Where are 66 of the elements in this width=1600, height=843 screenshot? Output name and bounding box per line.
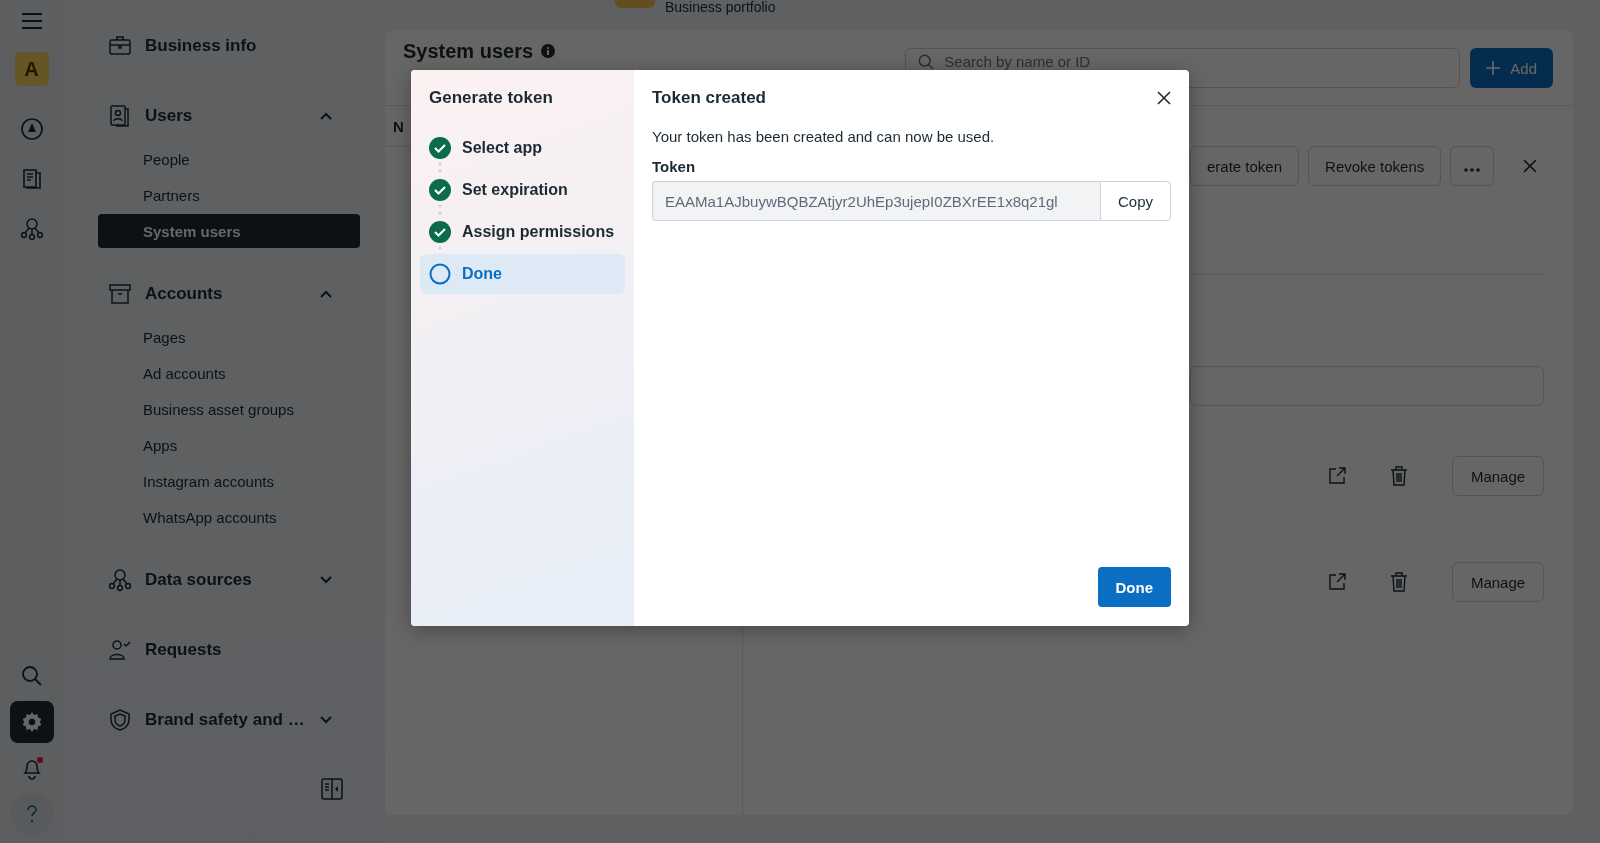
chevron-icon	[320, 716, 332, 724]
check-circle-icon	[429, 137, 451, 159]
token-field[interactable]: EAAMa1AJbuywBQBZAtjyr2UhEp3ujepI0ZBXrEE1x8q21gl	[652, 181, 1100, 221]
id-badge-icon	[108, 104, 132, 128]
add-button[interactable]: Add	[1470, 48, 1553, 88]
more-icon	[1464, 167, 1481, 172]
sidebar-item[interactable]: Ad accounts	[98, 356, 360, 390]
dialog-title: Token created	[652, 88, 766, 108]
field-label: Token	[652, 158, 697, 175]
copy-button[interactable]: Copy	[1100, 181, 1171, 221]
search-icon	[918, 54, 935, 70]
step-item[interactable]: Done	[420, 254, 625, 294]
archive-box-icon	[108, 282, 132, 306]
shield-icon	[108, 708, 132, 732]
sidebar-item[interactable]: People	[98, 142, 360, 176]
step-item[interactable]: Assign permissions	[420, 212, 625, 252]
sidebar-section[interactable]: Requests	[98, 626, 360, 674]
steps-title: Generate token	[428, 88, 554, 108]
dialog-message: Your token has been created and can now be used.	[652, 128, 996, 145]
portfolio-avatar	[615, 0, 655, 8]
trash-icon[interactable]	[1390, 466, 1408, 486]
external-link-icon[interactable]	[1328, 467, 1346, 485]
close-icon[interactable]	[1157, 91, 1171, 105]
sidebar-section[interactable]: Accounts	[98, 270, 360, 318]
sidebar-section[interactable]: Users	[98, 92, 360, 140]
info-icon[interactable]	[541, 44, 556, 58]
chevron-icon	[320, 290, 332, 298]
sidebar-item[interactable]: Apps	[98, 428, 360, 462]
step-item[interactable]: Set expiration	[420, 170, 625, 210]
network-icon	[108, 568, 132, 592]
sidebar-item[interactable]: System users	[98, 214, 360, 248]
sidebar-section[interactable]: Brand safety and …	[98, 696, 360, 744]
check-circle-icon	[429, 221, 451, 243]
manage-button[interactable]: Manage	[1452, 456, 1544, 496]
plus-icon	[1486, 61, 1501, 75]
step-item[interactable]: Select app	[420, 128, 625, 168]
page-title: System users	[403, 40, 534, 63]
briefcase-icon	[108, 34, 132, 58]
account-avatar[interactable]: A	[14, 52, 49, 86]
settings-button[interactable]	[9, 701, 54, 743]
check-circle-icon	[429, 179, 451, 201]
done-button[interactable]: Done	[1097, 567, 1171, 607]
sidebar-item[interactable]: Business asset groups	[98, 392, 360, 426]
input-field[interactable]	[1190, 366, 1544, 406]
sidebar-section[interactable]: Business info	[98, 22, 360, 70]
menu-icon[interactable]	[20, 12, 43, 30]
chevron-icon	[320, 576, 332, 584]
compass-icon	[19, 117, 44, 141]
collapse-panel-icon[interactable]	[321, 778, 343, 800]
portfolio-name[interactable]: Business portfolio	[665, 0, 776, 14]
sidebar-item[interactable]: Partners	[98, 178, 360, 212]
trash-icon[interactable]	[1390, 572, 1408, 592]
empty-circle-icon	[429, 263, 451, 285]
network-icon	[19, 217, 44, 241]
sidebar-item[interactable]: WhatsApp accounts	[98, 500, 360, 534]
sidebar-item[interactable]: Instagram accounts	[98, 464, 360, 498]
chevron-icon	[320, 112, 332, 120]
column-heading: N	[393, 117, 404, 135]
sidebar-section[interactable]: Data sources	[98, 556, 360, 604]
action-button[interactable]: Revoke tokens	[1308, 146, 1442, 186]
external-link-icon[interactable]	[1328, 573, 1346, 591]
manage-button[interactable]: Manage	[1452, 562, 1544, 602]
sidebar-item[interactable]: Pages	[98, 320, 360, 354]
person-check-icon	[108, 638, 132, 662]
search-icon	[19, 664, 44, 688]
action-button[interactable]: erate token	[1190, 146, 1300, 186]
